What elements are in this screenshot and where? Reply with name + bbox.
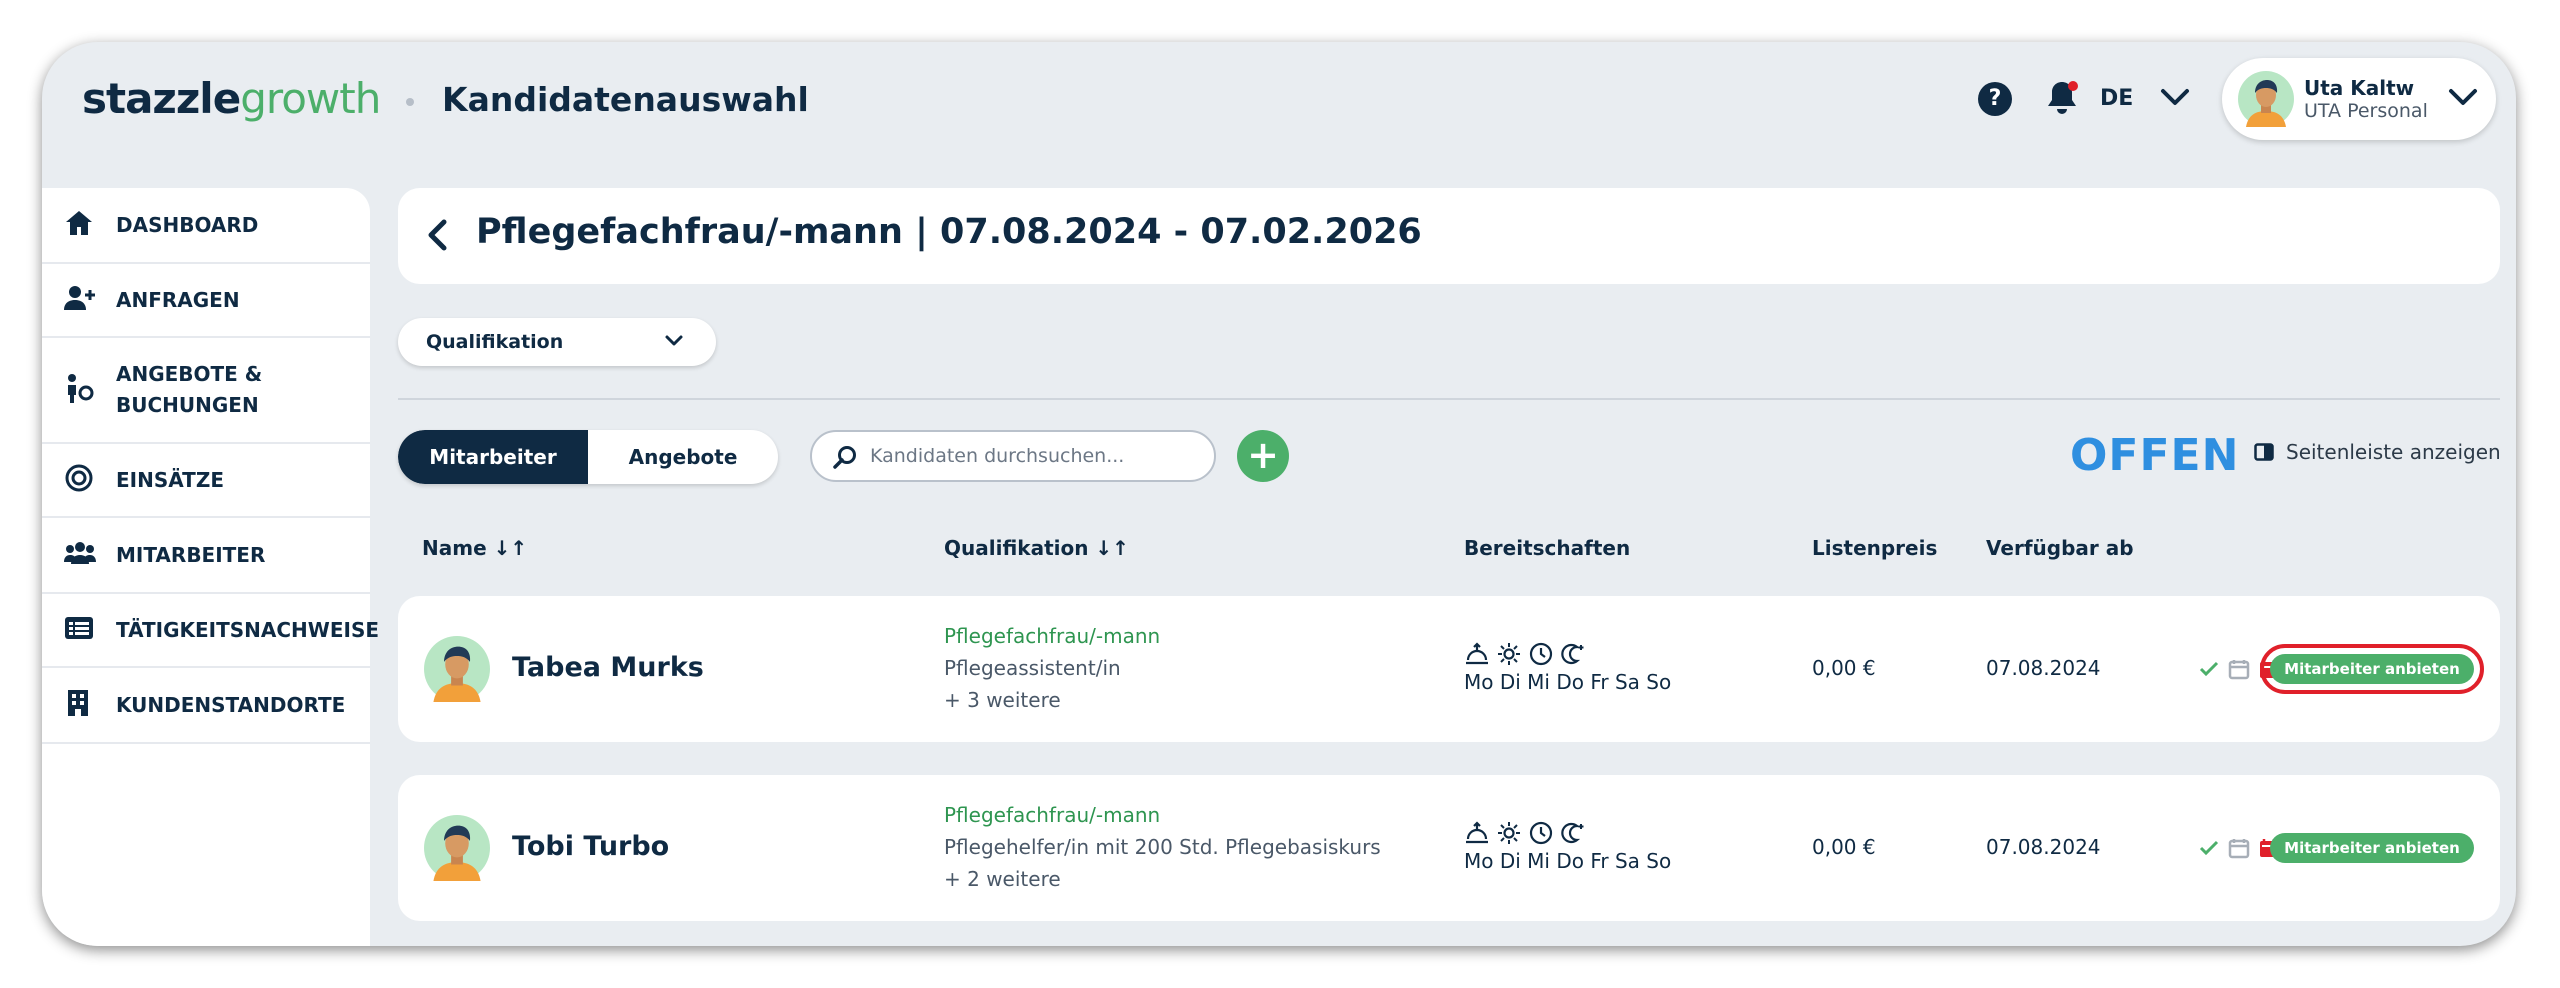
shift-icons <box>1464 821 1586 845</box>
candidate-name: Tobi Turbo <box>512 831 670 862</box>
availability-days: Mo Di Mi Do Fr Sa So <box>1464 670 1672 694</box>
column-header-bereitschaften: Bereitschaften <box>1464 536 1631 560</box>
avatar <box>2238 71 2294 131</box>
search-icon <box>833 446 856 469</box>
sidebar-nav: DASHBOARD ANFRAGEN ANGEBOTE & BUCHUNGEN … <box>42 188 380 946</box>
candidate-qualification-more[interactable]: + 3 weitere <box>944 688 1061 712</box>
help-icon[interactable]: ? <box>1978 82 2012 116</box>
tab-angebote[interactable]: Angebote <box>588 430 778 484</box>
sidebar-item-kundenstandorte[interactable]: KUNDENSTANDORTE <box>42 668 370 744</box>
app-window: stazzlegrowth Kandidatenauswahl ? DE Uta… <box>42 42 2516 946</box>
candidate-qualification-primary: Pflegefachfrau/-mann <box>944 803 1161 827</box>
shift-icons <box>1464 642 1586 666</box>
candidate-name: Tabea Murks <box>512 652 704 683</box>
sidebar-item-dashboard[interactable]: DASHBOARD <box>42 188 370 264</box>
back-arrow-icon[interactable] <box>424 218 450 256</box>
sidebar-item-label: KUNDENSTANDORTE <box>116 692 346 717</box>
row-status-icons <box>2198 837 2280 859</box>
sidebar-item-label: ANGEBOTE & BUCHUNGEN <box>116 362 263 417</box>
sidebar-item-label: EINSÄTZE <box>116 467 224 492</box>
qualification-filter-label: Qualifikation <box>426 331 564 353</box>
tab-mitarbeiter[interactable]: Mitarbeiter <box>398 430 588 484</box>
offer-employee-button[interactable]: Mitarbeiter anbieten <box>2270 833 2474 863</box>
sun-icon <box>1498 643 1520 665</box>
available-from: 07.08.2024 <box>1986 656 2101 680</box>
user-name: Uta Kaltw <box>2304 76 2415 100</box>
person-offer-icon <box>64 373 94 407</box>
title-separator <box>406 98 414 106</box>
status-badge: OFFEN <box>2070 430 2240 481</box>
avatar <box>424 636 490 706</box>
sidebar-item-anfragen[interactable]: ANFRAGEN <box>42 264 370 338</box>
calendar-icon[interactable] <box>2228 658 2250 680</box>
check-icon <box>2199 840 2219 856</box>
show-sidebar-button[interactable]: Seitenleiste anzeigen <box>2254 440 2501 464</box>
candidate-qualification-secondary: Pflegeassistent/in <box>944 656 1121 680</box>
view-toggle: Mitarbeiter Angebote <box>398 430 778 484</box>
sidebar-item-label: ANFRAGEN <box>116 287 240 312</box>
sidebar-item-mitarbeiter[interactable]: MITARBEITER <box>42 518 370 594</box>
availability-days: Mo Di Mi Do Fr Sa So <box>1464 849 1672 873</box>
show-sidebar-label: Seitenleiste anzeigen <box>2286 440 2501 464</box>
building-icon <box>64 688 92 722</box>
check-icon <box>2199 661 2219 677</box>
sunrise-icon <box>1466 821 1488 844</box>
column-header-verfuegbar-ab: Verfügbar ab <box>1986 536 2134 560</box>
table-row[interactable]: Tobi Turbo Pflegefachfrau/-mann Pflegehe… <box>398 775 2500 921</box>
chevron-down-icon <box>665 335 683 346</box>
language-selector[interactable]: DE <box>2100 86 2133 111</box>
sun-icon <box>1498 822 1520 844</box>
sidebar-item-label: TÄTIGKEITSNACHWEISE <box>116 617 380 642</box>
column-header-listenpreis: Listenpreis <box>1812 536 1938 560</box>
annotation-highlight <box>2260 644 2484 694</box>
candidate-qualification-more[interactable]: + 2 weitere <box>944 867 1061 891</box>
list-price: 0,00 € <box>1812 656 1876 680</box>
home-icon <box>64 209 94 241</box>
candidate-qualification-primary: Pflegefachfrau/-mann <box>944 624 1161 648</box>
sidebar-item-einsaetze[interactable]: EINSÄTZE <box>42 444 370 518</box>
clock-icon <box>1529 642 1553 666</box>
qualification-filter-dropdown[interactable]: Qualifikation <box>398 318 716 366</box>
chevron-down-icon[interactable] <box>2448 86 2478 112</box>
search-field[interactable] <box>810 430 1216 482</box>
sidebar-item-label: DASHBOARD <box>116 212 259 237</box>
brand-logo-part1: stazzle <box>82 74 241 123</box>
candidate-qualification-secondary: Pflegehelfer/in mit 200 Std. Pflegebasis… <box>944 835 1381 859</box>
brand-logo[interactable]: stazzlegrowth <box>82 74 381 123</box>
brand-logo-part2: growth <box>240 74 381 123</box>
page-title: Kandidatenauswahl <box>442 80 809 119</box>
divider <box>398 398 2500 400</box>
add-user-icon <box>64 284 96 316</box>
list-card-icon <box>64 615 94 645</box>
job-title-card: Pflegefachfrau/-mann | 07.08.2024 - 07.0… <box>398 188 2500 284</box>
sidebar-item-label: MITARBEITER <box>116 542 266 567</box>
column-header-name[interactable]: Name ↓↑ <box>422 536 527 560</box>
chevron-down-icon[interactable] <box>2160 86 2190 112</box>
job-title: Pflegefachfrau/-mann | 07.08.2024 - 07.0… <box>476 212 1422 252</box>
sidebar-item-taetigkeitsnachweise[interactable]: TÄTIGKEITSNACHWEISE <box>42 594 380 668</box>
add-candidate-button[interactable]: + <box>1237 430 1289 482</box>
moon-icon <box>1561 643 1584 665</box>
notification-bell-icon[interactable] <box>2042 78 2082 122</box>
target-icon <box>64 463 94 497</box>
clock-icon <box>1529 821 1553 845</box>
search-input[interactable] <box>870 442 1200 470</box>
moon-icon <box>1561 822 1584 844</box>
list-price: 0,00 € <box>1812 835 1876 859</box>
table-row[interactable]: Tabea Murks Pflegefachfrau/-mann Pflegea… <box>398 596 2500 742</box>
user-menu[interactable]: Uta Kaltw UTA Personal <box>2222 58 2496 140</box>
sunrise-icon <box>1466 642 1488 665</box>
available-from: 07.08.2024 <box>1986 835 2101 859</box>
user-organization: UTA Personal <box>2304 100 2428 122</box>
column-header-qualification[interactable]: Qualifikation ↓↑ <box>944 536 1129 560</box>
sidebar-panel-icon <box>2254 443 2274 461</box>
group-icon <box>64 540 96 570</box>
sidebar-item-angebote-buchungen[interactable]: ANGEBOTE & BUCHUNGEN <box>42 338 370 444</box>
avatar <box>424 815 490 885</box>
calendar-icon[interactable] <box>2228 837 2250 859</box>
